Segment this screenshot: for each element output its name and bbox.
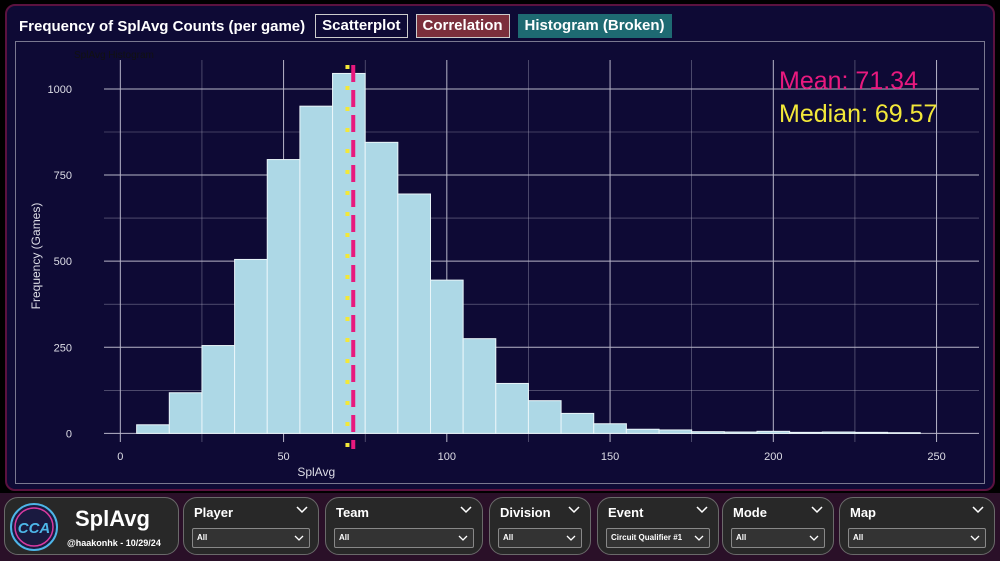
filter-label-mode: Mode	[733, 505, 767, 520]
y-tick-label: 750	[54, 170, 72, 182]
filter-label-player: Player	[194, 505, 234, 520]
filter-label-team: Team	[336, 505, 369, 520]
chevron-down-icon[interactable]	[568, 505, 580, 515]
x-tick-label: 250	[927, 451, 945, 463]
histogram-bar	[364, 141, 399, 434]
histogram-bar	[397, 193, 431, 434]
histogram-bar	[266, 159, 301, 434]
chevron-down-icon[interactable]	[460, 505, 472, 515]
x-axis-label: SplAvg	[297, 465, 335, 479]
x-tick-label: 150	[601, 451, 619, 463]
filter-label-map: Map	[850, 505, 876, 520]
histogram-bar	[821, 431, 856, 434]
player-select[interactable]: All	[192, 528, 310, 548]
histogram-chart: 0 50 100 150 200 250 0 250 500 750 1000 SplAvg Hist…	[29, 50, 979, 479]
header: Frequency of SplAvg Counts (per game) Sc…	[19, 14, 672, 38]
filter-event: Event Circuit Qualifier #1	[597, 497, 719, 555]
chevron-down-icon[interactable]	[696, 505, 708, 515]
chevron-down-icon	[809, 535, 819, 541]
chart-subtitle: SplAvg Histogram	[74, 50, 154, 61]
logo-subtitle: @haakonhk - 10/29/24	[67, 538, 161, 548]
histogram-bar	[299, 105, 334, 434]
x-tick-label: 0	[117, 451, 123, 463]
logo-card: CCA SplAvg @haakonhk - 10/29/24	[4, 497, 179, 555]
histogram-bar	[756, 430, 791, 434]
division-select[interactable]: All	[498, 528, 582, 548]
histogram-bar	[168, 392, 203, 434]
event-select[interactable]: Circuit Qualifier #1	[606, 528, 710, 548]
median-label: Median: 69.57	[779, 100, 937, 128]
cca-logo: CCA	[10, 503, 58, 551]
map-select[interactable]: All	[848, 528, 986, 548]
chevron-down-icon	[566, 535, 576, 541]
filter-team: Team All	[325, 497, 483, 555]
event-select-value: Circuit Qualifier #1	[611, 533, 683, 542]
histogram-bar	[527, 400, 562, 434]
chevron-down-icon[interactable]	[972, 505, 984, 515]
page-title: Frequency of SplAvg Counts (per game)	[19, 17, 306, 35]
histogram-bar	[560, 412, 595, 434]
y-tick-label: 250	[54, 342, 72, 354]
chevron-down-icon	[970, 535, 980, 541]
histogram-bar	[234, 258, 268, 434]
histogram-bar	[201, 345, 236, 434]
histogram-bar	[723, 431, 758, 434]
y-tick-label: 0	[66, 428, 72, 440]
chevron-down-icon	[694, 535, 704, 541]
logo-title: SplAvg	[75, 506, 150, 531]
filter-mode: Mode All	[722, 497, 834, 555]
y-axis-label: Frequency (Games)	[29, 203, 43, 310]
y-tick-label: 1000	[48, 84, 72, 96]
filter-label-division: Division	[500, 505, 551, 520]
histogram-bar	[495, 382, 529, 434]
tab-correlation[interactable]: Correlation	[415, 14, 510, 38]
filter-player: Player All	[183, 497, 319, 555]
x-tick-label: 50	[277, 451, 289, 463]
main-panel: Frequency of SplAvg Counts (per game) Sc…	[5, 4, 995, 491]
chevron-down-icon[interactable]	[811, 505, 823, 515]
mode-select[interactable]: All	[731, 528, 825, 548]
x-tick-label: 100	[438, 451, 456, 463]
histogram-bar	[854, 431, 889, 434]
filter-bar: CCA SplAvg @haakonhk - 10/29/24 Player A…	[0, 493, 1000, 561]
chevron-down-icon[interactable]	[296, 505, 308, 515]
histogram-bar	[625, 428, 660, 434]
chart-frame: 0 50 100 150 200 250 0 250 500 750 1000 SplAvg Hist…	[15, 41, 985, 484]
mean-label: Mean: 71.34	[779, 67, 918, 95]
team-select-value: All	[339, 533, 350, 542]
map-select-value: All	[853, 533, 864, 542]
y-tick-label: 500	[54, 256, 72, 268]
histogram-bar	[429, 279, 464, 434]
tab-scatterplot[interactable]: Scatterplot	[315, 14, 408, 38]
histogram-bar	[658, 429, 693, 434]
chevron-down-icon	[294, 535, 304, 541]
histogram-bar	[789, 431, 823, 434]
histogram-bar	[332, 72, 366, 434]
histogram-bar	[887, 432, 921, 434]
filter-label-event: Event	[608, 505, 644, 520]
division-select-value: All	[503, 533, 514, 542]
histogram-bar	[691, 431, 725, 434]
tab-histogram[interactable]: Histogram (Broken)	[517, 14, 672, 38]
team-select[interactable]: All	[334, 528, 474, 548]
filter-map: Map All	[839, 497, 995, 555]
svg-text:CCA: CCA	[18, 520, 51, 537]
chevron-down-icon	[458, 535, 468, 541]
filter-division: Division All	[489, 497, 591, 555]
histogram-bar	[462, 338, 497, 434]
x-tick-label: 200	[764, 451, 782, 463]
player-select-value: All	[197, 533, 208, 542]
mode-select-value: All	[736, 533, 747, 542]
histogram-bar	[593, 423, 627, 434]
histogram-bar	[136, 424, 170, 434]
